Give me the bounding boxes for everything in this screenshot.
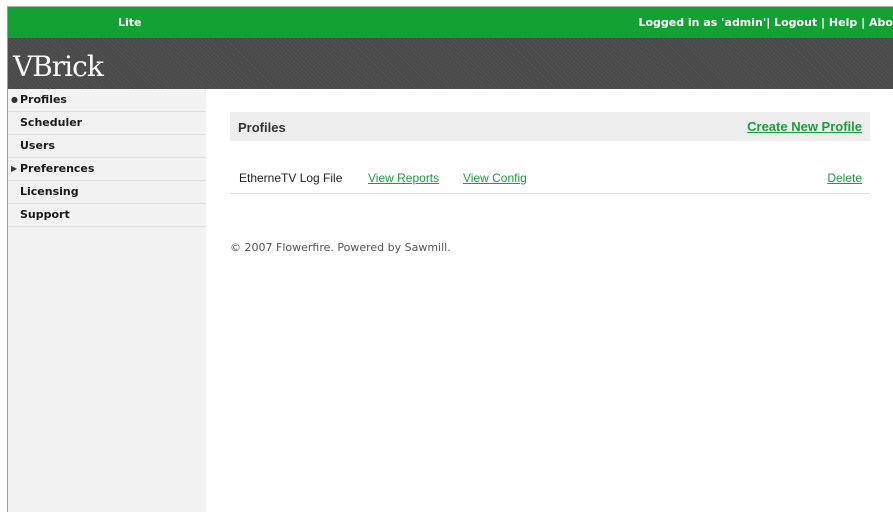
sidebar-item-label: Profiles <box>20 93 67 106</box>
delete-link[interactable]: Delete <box>827 171 862 185</box>
edition-label: Lite <box>118 16 142 29</box>
logout-link[interactable]: Logout <box>774 16 817 29</box>
user-links: Logged in as 'admin'| Logout | Help | Ab… <box>638 16 893 29</box>
profile-name: EtherneTV Log File <box>239 171 343 185</box>
profile-row: EtherneTV Log File View Reports View Con… <box>230 166 870 194</box>
logged-in-label: Logged in as 'admin'| <box>638 16 771 29</box>
separator: | <box>861 16 866 29</box>
sidebar-item-label: Preferences <box>20 162 95 175</box>
sidebar-item-profiles[interactable]: ● Profiles <box>8 89 206 112</box>
sidebar-item-support[interactable]: Support <box>8 204 206 227</box>
sidebar-item-label: Licensing <box>20 185 79 198</box>
sidebar-item-licensing[interactable]: Licensing <box>8 181 206 204</box>
sidebar-item-preferences[interactable]: ▶ Preferences <box>8 158 206 181</box>
footer-copyright: © 2007 Flowerfire. Powered by Sawmill. <box>230 241 451 254</box>
app-frame: Lite Logged in as 'admin'| Logout | Help… <box>7 6 893 512</box>
sidebar-item-scheduler[interactable]: Scheduler <box>8 112 206 135</box>
sidebar-item-users[interactable]: Users <box>8 135 206 158</box>
vbrick-logo: VBrick <box>13 50 104 83</box>
profiles-header: Profiles Create New Profile <box>230 112 870 141</box>
sidebar-item-label: Users <box>20 139 55 152</box>
main-content: Profiles Create New Profile EtherneTV Lo… <box>206 89 893 512</box>
sidebar-item-label: Scheduler <box>20 116 83 129</box>
about-link[interactable]: About <box>869 16 893 29</box>
sidebar: ● Profiles Scheduler Users ▶ Preferences… <box>8 89 206 512</box>
view-reports-link[interactable]: View Reports <box>368 171 439 185</box>
separator: | <box>821 16 826 29</box>
bullet-icon: ● <box>11 95 18 104</box>
sidebar-item-label: Support <box>20 208 70 221</box>
header-banner: VBrick <box>8 38 893 89</box>
page-title: Profiles <box>238 120 286 135</box>
top-bar: Lite Logged in as 'admin'| Logout | Help… <box>8 7 893 38</box>
expand-arrow-icon: ▶ <box>11 164 18 173</box>
create-new-profile-link[interactable]: Create New Profile <box>747 119 862 134</box>
view-config-link[interactable]: View Config <box>463 171 527 185</box>
help-link[interactable]: Help <box>829 16 857 29</box>
